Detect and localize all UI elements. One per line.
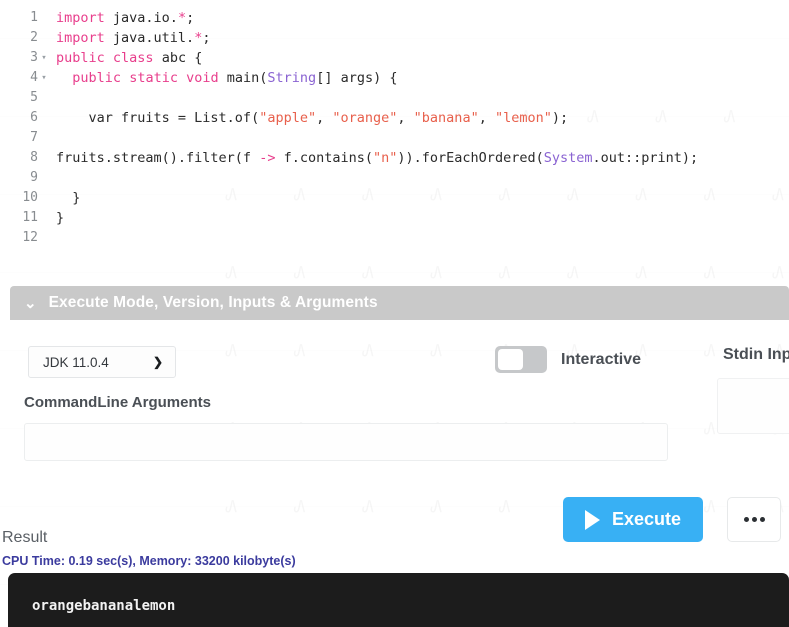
code-fold-icon[interactable] [38,108,50,128]
online-java-compiler-page: ᠕ ᠕ ᠕ ᠕ ᠕ ᠕ ᠕ ᠕ ᠕ ᠕ ᠕ ᠕ ᠕ ᠕ ᠕ ᠕ ᠕ ᠕ ᠕ ᠕ … [0,0,789,627]
code-fold-icon[interactable] [38,208,50,228]
panel-header-title: Execute Mode, Version, Inputs & Argument… [48,294,378,311]
commandline-arguments-label: CommandLine Arguments [24,394,211,411]
code-line-text: public static void main(String[] args) { [72,70,398,86]
line-number: 5 [30,90,38,105]
code-line-list[interactable]: 1 import java.io.*; 2 import java.util.*; 3 ▾… [0,8,789,248]
code-line[interactable]: 8 fruits.stream().filter(f -> f.contains(… [0,148,789,168]
commandline-arguments-input[interactable] [24,423,668,461]
code-fold-icon[interactable] [38,8,50,28]
code-fold-icon[interactable] [38,228,50,248]
console-output-text: orangebananalemon [32,598,176,614]
code-line[interactable]: 11} [0,208,789,228]
line-number: 3 [30,50,38,65]
code-line-text: public class abc { [56,50,203,66]
ellipsis-icon [743,517,749,522]
code-line[interactable]: 9 [0,168,789,188]
more-options-button[interactable] [727,497,781,542]
line-number: 8 [30,150,38,165]
code-line[interactable]: 6 var fruits = List.of("apple", "orange"… [0,108,789,128]
code-line-text: var fruits = List.of("apple", "orange", … [56,110,569,126]
code-line-text: } [56,210,65,226]
code-fold-icon[interactable] [38,168,50,188]
execute-row: Execute [563,497,781,542]
ellipsis-icon [759,517,765,522]
code-fold-icon[interactable] [38,188,50,208]
code-line[interactable]: 3 ▾ public class abc { [0,48,789,68]
code-line-text: } [56,190,81,206]
output-console[interactable]: orangebananalemon [8,573,789,627]
interactive-toggle-group[interactable]: Interactive [495,346,641,373]
panel-header[interactable]: ⌄ Execute Mode, Version, Inputs & Argume… [10,286,789,320]
execute-settings-panel: ⌄ Execute Mode, Version, Inputs & Argume… [10,286,789,542]
line-number: 9 [30,170,38,185]
line-number: 2 [30,30,38,45]
ellipsis-icon [751,517,757,522]
line-number: 7 [30,130,38,145]
stdin-input-label: Stdin Inp [723,346,789,363]
jdk-version-select[interactable]: JDK 11.0.4 ❯ [28,346,176,378]
code-fold-icon[interactable] [38,88,50,108]
code-line[interactable]: 2 import java.util.*; [0,28,789,48]
line-number: 11 [22,210,38,225]
code-line[interactable]: 1 import java.io.*; [0,8,789,28]
code-line-text: fruits.stream().filter(f -> f.contains("… [56,150,699,166]
line-number: 12 [22,230,38,245]
code-fold-icon[interactable] [38,148,50,168]
code-fold-icon[interactable]: ▾ [38,48,50,68]
code-fold-icon[interactable] [38,28,50,48]
code-fold-icon[interactable]: ▾ [38,68,50,88]
jdk-version-value: JDK 11.0.4 [43,354,109,370]
play-icon [584,509,600,530]
chevron-down-icon[interactable]: ❯ [153,355,163,369]
chevron-down-icon[interactable]: ⌄ [24,296,37,311]
execute-button-label: Execute [611,509,682,529]
code-line-text: import java.io.*; [56,10,195,26]
line-number: 6 [30,110,38,125]
code-fold-icon[interactable] [38,128,50,148]
code-line[interactable]: 12 [0,228,789,248]
line-number: 10 [22,190,38,205]
version-row: JDK 11.0.4 ❯ [28,346,176,378]
line-number: 4 [30,70,38,85]
interactive-toggle-label: Interactive [561,350,642,368]
stdin-input-textarea[interactable] [717,378,789,434]
interactive-toggle[interactable] [495,346,547,373]
code-line[interactable]: 4 ▾ public static void main(String[] args… [0,68,789,88]
toggle-knob [498,349,523,370]
code-editor[interactable]: 1 import java.io.*; 2 import java.util.*; 3 ▾… [0,0,789,262]
result-stats: CPU Time: 0.19 sec(s), Memory: 33200 kil… [2,554,296,568]
result-heading: Result [2,529,48,546]
execute-button[interactable]: Execute [563,497,703,542]
code-line[interactable]: 5 [0,88,789,108]
line-number: 1 [30,10,38,25]
code-line[interactable]: 10 } [0,188,789,208]
code-line[interactable]: 7 [0,128,789,148]
panel-body: JDK 11.0.4 ❯ Interactive Stdin Inp Comma… [10,320,789,542]
code-line-text: import java.util.*; [56,30,211,46]
